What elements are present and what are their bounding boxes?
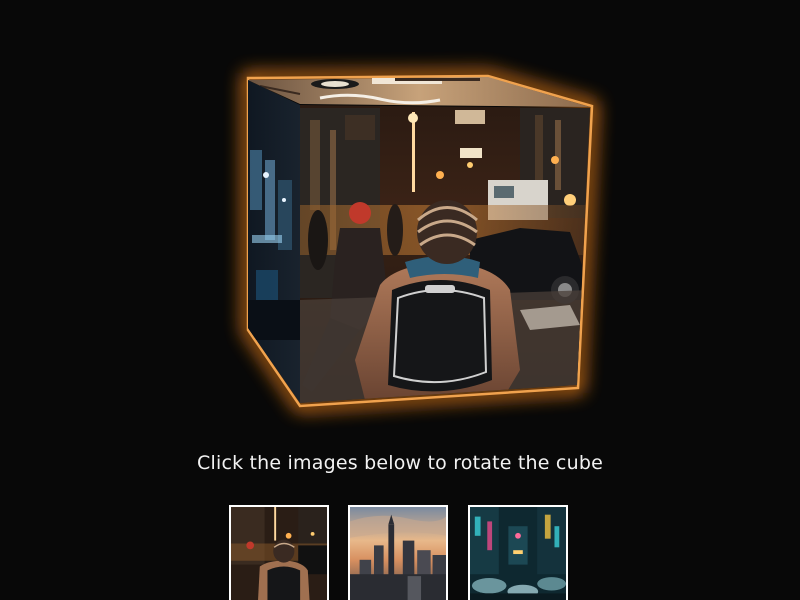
thumbnail-neon-street[interactable]	[468, 505, 568, 600]
cube-front-face	[300, 105, 590, 403]
cube-graphic	[243, 70, 598, 412]
rotating-cube	[0, 0, 800, 440]
cube-top-face	[248, 77, 590, 107]
thumbnail-strip	[229, 505, 571, 600]
thumbnail-city-skyline[interactable]	[348, 505, 448, 600]
cube-left-face	[248, 80, 300, 403]
instruction-text: Click the images below to rotate the cub…	[197, 452, 603, 474]
night-street-image	[231, 507, 327, 600]
thumbnail-night-street[interactable]	[229, 505, 329, 600]
cube-gallery: Click the images below to rotate the cub…	[0, 0, 800, 600]
neon-street-image	[470, 507, 566, 600]
city-skyline-image	[350, 507, 446, 600]
